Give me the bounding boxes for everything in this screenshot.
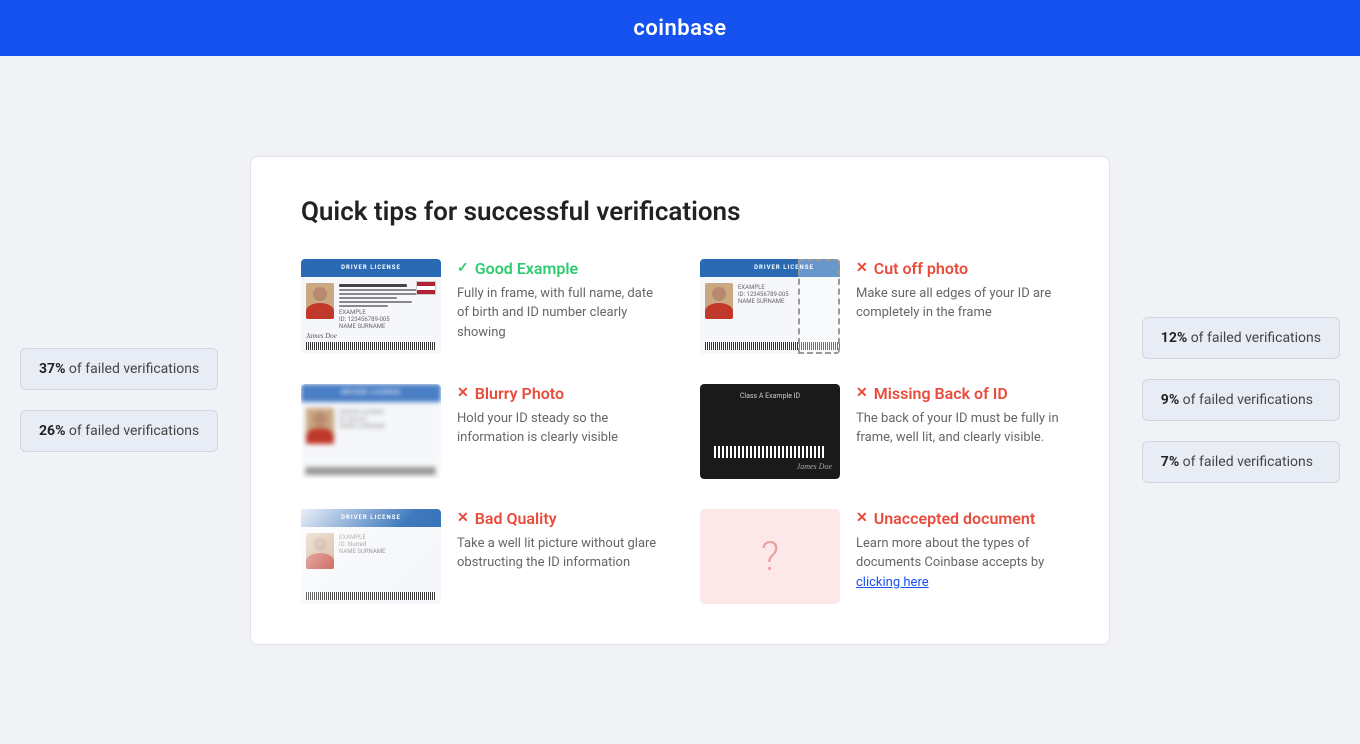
tip-blurry-title: Blurry Photo (475, 384, 564, 403)
bad-x-icon-unaccepted: ✕ (856, 510, 868, 526)
left-badges: 37% of failed verifications 26% of faile… (20, 348, 218, 452)
tip-good-example-title: Good Example (475, 259, 578, 278)
tip-unaccepted-label: ✕ Unaccepted document (856, 509, 1059, 528)
tip-unaccepted-content: ✕ Unaccepted document Learn more about t… (856, 509, 1059, 593)
tip-blurry: DRIVER LICENSE DRIVER LICENSEID: blurred… (301, 384, 660, 479)
tip-good-example-desc: Fully in frame, with full name, date of … (457, 284, 660, 343)
right-badge-3: 7% of failed verifications (1142, 441, 1340, 483)
right-badges: 12% of failed verifications 9% of failed… (1142, 317, 1340, 483)
left-badge-2: 26% of failed verifications (20, 410, 218, 452)
tip-cut-off-content: ✕ Cut off photo Make sure all edges of y… (856, 259, 1059, 323)
tip-unaccepted: ? ✕ Unaccepted document Learn more about… (700, 509, 1059, 604)
tip-unaccepted-title: Unaccepted document (874, 509, 1035, 528)
tip-missing-back-content: ✕ Missing Back of ID The back of your ID… (856, 384, 1059, 448)
tip-good-example-content: ✓ Good Example Fully in frame, with full… (457, 259, 660, 343)
tip-missing-back: Class A Example ID James Doe ✕ Missing B… (700, 384, 1059, 479)
left-badge-1-label: of failed verifications (69, 361, 199, 377)
right-badge-2-label: of failed verifications (1183, 392, 1313, 408)
tip-good-example-label: ✓ Good Example (457, 259, 660, 278)
tip-bad-quality-content: ✕ Bad Quality Take a well lit picture wi… (457, 509, 660, 573)
bad-x-icon-blurry: ✕ (457, 385, 469, 401)
main-content: 37% of failed verifications 26% of faile… (0, 56, 1360, 744)
tip-bad-quality-title: Bad Quality (475, 509, 557, 528)
tip-unaccepted-desc: Learn more about the types of documents … (856, 534, 1059, 593)
tip-bad-quality: DRIVER LICENSE EXAMPLEID: blurredNAME SU… (301, 509, 660, 604)
tip-cut-off-desc: Make sure all edges of your ID are compl… (856, 284, 1059, 323)
bad-x-icon-cutoff: ✕ (856, 260, 868, 276)
tip-cut-off-label: ✕ Cut off photo (856, 259, 1059, 278)
tip-missing-back-desc: The back of your ID must be fully in fra… (856, 409, 1059, 448)
left-badge-1-percent: 37% (39, 361, 65, 377)
tip-bad-quality-desc: Take a well lit picture without glare ob… (457, 534, 660, 573)
tip-blurry-label: ✕ Blurry Photo (457, 384, 660, 403)
right-badge-1-label: of failed verifications (1191, 330, 1321, 346)
question-mark-icon: ? (761, 533, 779, 580)
tip-good-example-image: DRIVER LICENSE (301, 259, 441, 354)
app-header: coinbase (0, 0, 1360, 56)
tip-cut-off-image: DRIVER LICENSE EXAMPLEID: 123456789-005N… (700, 259, 840, 354)
left-badge-2-label: of failed verifications (69, 423, 199, 439)
tip-good-example: DRIVER LICENSE (301, 259, 660, 354)
tip-cut-off: DRIVER LICENSE EXAMPLEID: 123456789-005N… (700, 259, 1059, 354)
tip-missing-back-title: Missing Back of ID (874, 384, 1008, 403)
right-badge-2: 9% of failed verifications (1142, 379, 1340, 421)
bad-x-icon-quality: ✕ (457, 510, 469, 526)
tip-blurry-desc: Hold your ID steady so the information i… (457, 409, 660, 448)
clicking-here-link[interactable]: clicking here (856, 575, 929, 590)
tip-blurry-image: DRIVER LICENSE DRIVER LICENSEID: blurred… (301, 384, 441, 479)
tip-blurry-content: ✕ Blurry Photo Hold your ID steady so th… (457, 384, 660, 448)
right-badge-1: 12% of failed verifications (1142, 317, 1340, 359)
left-badge-2-percent: 26% (39, 423, 65, 439)
tip-bad-quality-image: DRIVER LICENSE EXAMPLEID: blurredNAME SU… (301, 509, 441, 604)
tip-missing-back-image: Class A Example ID James Doe (700, 384, 840, 479)
tip-bad-quality-label: ✕ Bad Quality (457, 509, 660, 528)
good-check-icon: ✓ (457, 260, 469, 276)
tip-cut-off-title: Cut off photo (874, 259, 968, 278)
tip-missing-back-label: ✕ Missing Back of ID (856, 384, 1059, 403)
bad-x-icon-missing: ✕ (856, 385, 868, 401)
right-badge-2-percent: 9% (1161, 392, 1179, 408)
tip-unaccepted-image: ? (700, 509, 840, 604)
right-badge-3-label: of failed verifications (1183, 454, 1313, 470)
right-badge-3-percent: 7% (1161, 454, 1179, 470)
tips-card: Quick tips for successful verifications … (250, 156, 1110, 645)
tips-grid: DRIVER LICENSE (301, 259, 1059, 604)
left-badge-1: 37% of failed verifications (20, 348, 218, 390)
right-badge-1-percent: 12% (1161, 330, 1187, 346)
coinbase-logo: coinbase (633, 16, 726, 41)
card-title: Quick tips for successful verifications (301, 197, 1059, 227)
